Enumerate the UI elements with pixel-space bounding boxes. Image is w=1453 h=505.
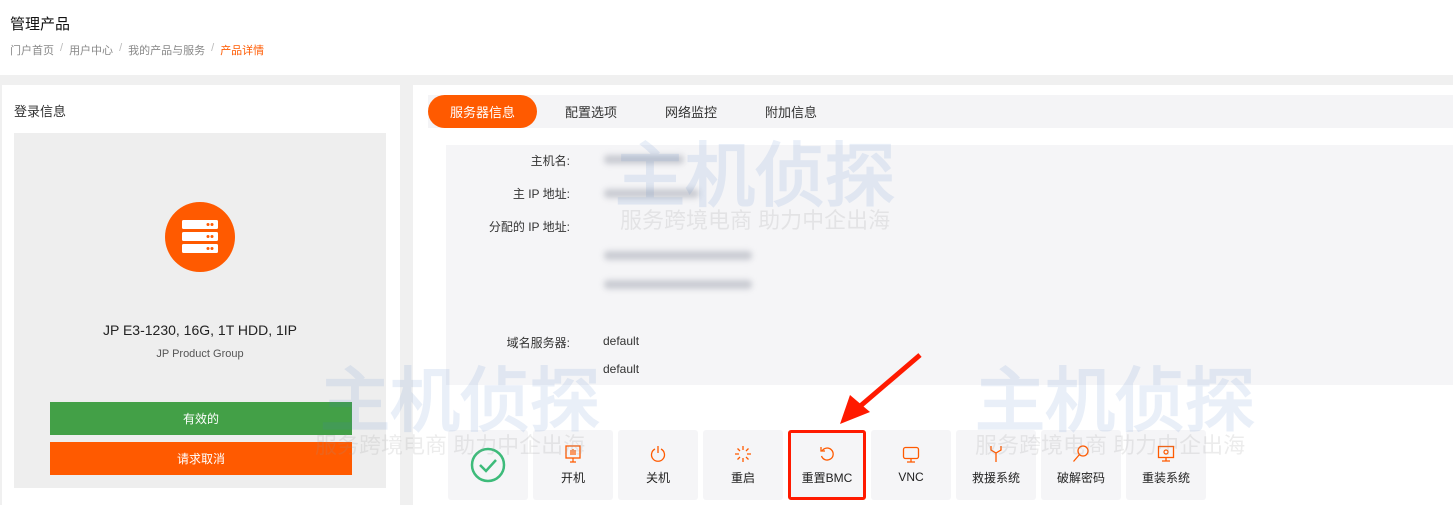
power-on-button[interactable]: 开机 [533, 430, 613, 500]
rescue-system-button[interactable]: 救援系统 [956, 430, 1036, 500]
nameserver-value: default [603, 362, 640, 376]
product-box: JP E3-1230, 16G, 1T HDD, 1IP JP Product … [14, 133, 386, 488]
request-cancel-button[interactable]: 请求取消 [50, 442, 352, 475]
server-detail-card: 服务器信息 配置选项 网络监控 附加信息 主机名: 主 IP 地址: 分配的 I… [413, 85, 1453, 505]
vnc-button[interactable]: VNC [871, 430, 951, 500]
action-label: 开机 [560, 470, 585, 485]
nameserver-value: default [603, 334, 640, 348]
nameserver-label: 域名服务器: [506, 336, 570, 350]
hostname-label: 主机名: [530, 154, 570, 168]
assigned-ip-value-redacted [604, 251, 752, 260]
action-label: 重装系统 [1141, 470, 1190, 485]
tab-server-info[interactable]: 服务器信息 [428, 95, 537, 128]
annotation-arrow [840, 353, 922, 424]
server-info-panel: 主机名: 主 IP 地址: 分配的 IP 地址: 域名服务器: default … [446, 145, 1453, 385]
product-name: JP E3-1230, 16G, 1T HDD, 1IP [102, 322, 298, 338]
login-info-card: 登录信息 JP E3-1230, 16G, 1T HDD, 1IP JP Pro… [2, 85, 400, 505]
assigned-ip-value-redacted [604, 280, 752, 289]
page-header: 管理产品 门户首页 / 用户中心 / 我的产品与服务 / 产品详情 [0, 0, 1453, 75]
server-icon [165, 202, 235, 272]
action-label: VNC [898, 470, 924, 484]
breadcrumb-user-center[interactable]: 用户中心 [69, 42, 113, 58]
page-title: 管理产品 [10, 16, 71, 33]
power-off-button[interactable]: 关机 [618, 430, 698, 500]
action-label: 关机 [645, 470, 670, 485]
monitor-icon [902, 446, 920, 463]
status-active-button[interactable]: 有效的 [50, 402, 352, 435]
assigned-ip-label: 分配的 IP 地址: [488, 220, 570, 234]
power-on-icon [565, 444, 581, 463]
tab-config-options[interactable]: 配置选项 [541, 95, 641, 128]
tab-additional-info[interactable]: 附加信息 [741, 95, 841, 128]
breadcrumb-home[interactable]: 门户首页 [10, 42, 54, 58]
tab-network-monitor[interactable]: 网络监控 [641, 95, 741, 128]
tab-bar: 服务器信息 配置选项 网络监控 附加信息 [428, 95, 1453, 128]
reboot-icon [735, 445, 751, 462]
reinstall-icon [1157, 445, 1175, 462]
product-group: JP Product Group [156, 348, 244, 360]
action-label: 破解密码 [1056, 470, 1105, 485]
reinstall-system-button[interactable]: 重装系统 [1126, 430, 1206, 500]
action-label: 救援系统 [971, 470, 1020, 485]
breadcrumb: 门户首页 / 用户中心 / 我的产品与服务 / 产品详情 [10, 42, 265, 58]
main-ip-label: 主 IP 地址: [512, 187, 570, 201]
reboot-button[interactable]: 重启 [703, 430, 783, 500]
card-title: 登录信息 [14, 104, 67, 119]
breadcrumb-my-products[interactable]: 我的产品与服务 [128, 42, 205, 58]
action-label: 重置BMC [801, 470, 853, 485]
key-icon [1073, 444, 1089, 462]
hostname-value-redacted [604, 155, 684, 164]
main-ip-value-redacted [604, 189, 699, 198]
check-circle-icon [470, 447, 506, 483]
action-buttons: 开机 关机 重启 重置BMC VNC 救援系统 破解密码 重装系统 [448, 430, 1206, 500]
reset-bmc-button[interactable]: 重置BMC [788, 430, 866, 500]
power-off-icon [650, 445, 666, 462]
breadcrumb-product-detail: 产品详情 [220, 45, 265, 57]
reset-icon [820, 446, 834, 461]
action-label: 重启 [730, 470, 755, 485]
status-check-button[interactable] [448, 430, 528, 500]
rescue-icon [990, 445, 1002, 462]
crack-password-button[interactable]: 破解密码 [1041, 430, 1121, 500]
